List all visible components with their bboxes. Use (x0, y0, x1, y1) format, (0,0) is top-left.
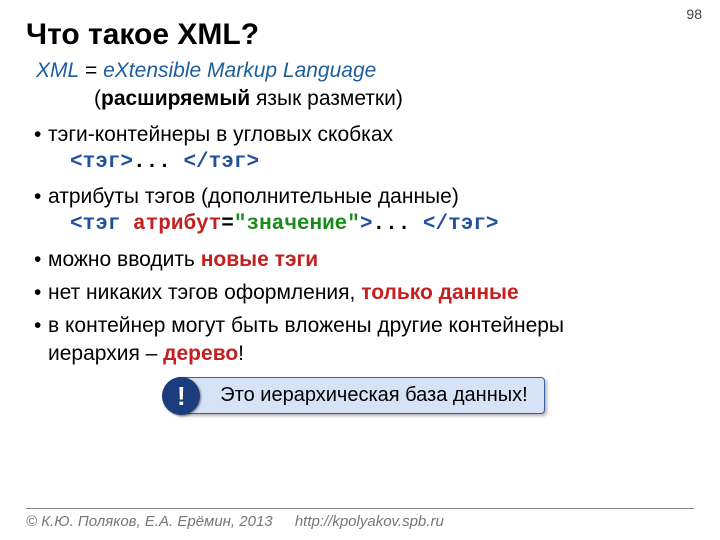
slide-title: Что такое XML? (26, 18, 694, 52)
bullet-5d: ! (238, 342, 244, 365)
bullet-3b: новые тэги (201, 248, 318, 271)
footer-url: http://kpolyakov.spb.ru (295, 513, 444, 530)
callout-text: Это иерархическая база данных! (220, 384, 527, 406)
def-term: XML (36, 59, 79, 82)
def-sub-rest: язык разметки) (250, 87, 403, 110)
def-sub-open: ( (94, 87, 101, 110)
bullet-list: тэги-контейнеры в угловых скобках <тэг>.… (34, 121, 694, 368)
footer-copyright: © К.Ю. Поляков, Е.А. Ерёмин, 2013 (26, 513, 273, 530)
code1-close: </тэг> (183, 151, 259, 174)
slide: 98 Что такое XML? XML = eXtensible Marku… (0, 0, 720, 540)
code2-tagname: тэг (83, 213, 133, 236)
footer: © К.Ю. Поляков, Е.А. Ерёмин, 2013 http:/… (26, 508, 694, 530)
bullet-1-text: тэги-контейнеры в угловых скобках (48, 123, 393, 146)
code1-mid: ... (133, 151, 183, 174)
code2-eq: = (221, 213, 234, 236)
def-sub: (расширяемый язык разметки) (94, 86, 694, 112)
code2-close: </тэг> (423, 213, 499, 236)
def-eq: = (79, 59, 103, 82)
callout-box: ! Это иерархическая база данных! (175, 377, 544, 414)
bullet-2: атрибуты тэгов (дополнительные данные) <… (34, 183, 694, 240)
bullet-4: нет никаких тэгов оформления, только дан… (34, 279, 694, 306)
def-sub-bold: расширяемый (101, 87, 250, 110)
code-sample-2: <тэг атрибут="значение">... </тэг> (70, 210, 694, 239)
page-number: 98 (686, 6, 702, 22)
code2-attr: атрибут (133, 213, 221, 236)
bullet-5b: иерархия – (48, 342, 163, 365)
bullet-3: можно вводить новые тэги (34, 246, 694, 273)
code2-gt: > (360, 213, 373, 236)
bullet-4a: нет никаких тэгов оформления, (48, 281, 361, 304)
def-expansion: eXtensible Markup Language (103, 59, 376, 82)
definition-line: XML = eXtensible Markup Language (расшир… (36, 58, 694, 113)
code-sample-1: <тэг>... </тэг> (70, 148, 694, 177)
bullet-4b: только данные (361, 281, 518, 304)
exclamation-icon: ! (162, 377, 200, 415)
code2-lt: < (70, 213, 83, 236)
code2-mid: ... (373, 213, 423, 236)
callout: ! Это иерархическая база данных! (155, 377, 565, 414)
bullet-5: в контейнер могут быть вложены другие ко… (34, 312, 694, 367)
bullet-3a: можно вводить (48, 248, 201, 271)
code2-val: "значение" (234, 213, 360, 236)
code1-open: <тэг> (70, 151, 133, 174)
bullet-2-text: атрибуты тэгов (дополнительные данные) (48, 185, 459, 208)
bullet-5a: в контейнер могут быть вложены другие ко… (48, 314, 564, 337)
bullet-1: тэги-контейнеры в угловых скобках <тэг>.… (34, 121, 694, 178)
bullet-5c: дерево (163, 342, 238, 365)
